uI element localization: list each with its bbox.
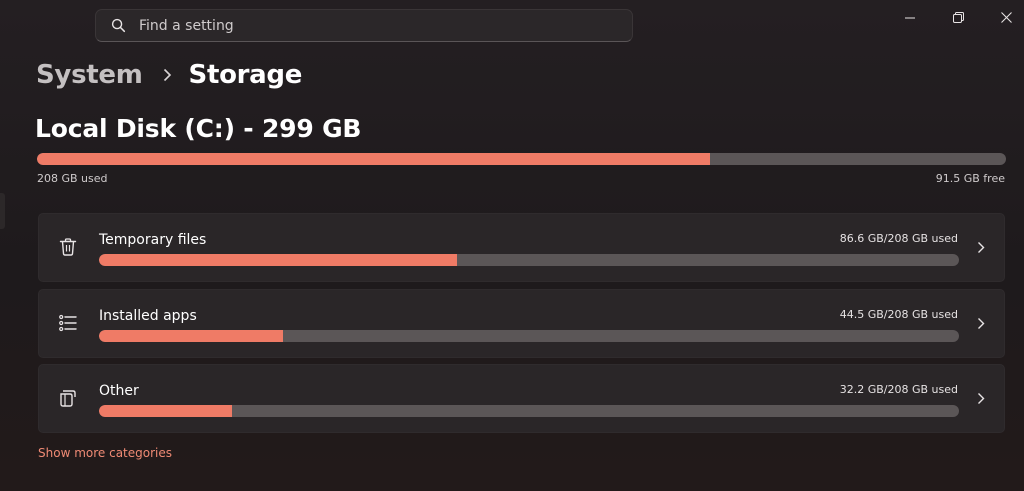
minimize-button[interactable]: [887, 0, 933, 34]
category-usage: 32.2 GB/208 GB used: [839, 383, 958, 396]
category-label: Installed apps: [99, 308, 197, 324]
breadcrumb-system[interactable]: System: [36, 60, 143, 90]
disk-used-label: 208 GB used: [37, 172, 108, 185]
close-icon: [1000, 8, 1012, 27]
category-usage-fill: [99, 405, 233, 417]
disk-free-label: 91.5 GB free: [935, 172, 1005, 185]
category-other[interactable]: Other 32.2 GB/208 GB used: [38, 364, 1005, 433]
restore-icon: [952, 8, 964, 27]
minimize-icon: [905, 8, 915, 27]
category-usage-bar: [99, 330, 959, 342]
page-title: Storage: [188, 60, 303, 90]
category-usage: 44.5 GB/208 GB used: [839, 308, 958, 321]
chevron-right-icon: [974, 238, 988, 256]
chevron-right-icon: [161, 68, 175, 82]
chevron-right-icon: [974, 389, 988, 407]
search-icon: [110, 18, 126, 34]
disk-title: Local Disk (C:) - 299 GB: [35, 114, 362, 143]
search-box[interactable]: Find a setting: [95, 9, 633, 42]
category-installed-apps[interactable]: Installed apps 44.5 GB/208 GB used: [38, 289, 1005, 358]
category-temporary-files[interactable]: Temporary files 86.6 GB/208 GB used: [38, 213, 1005, 282]
breadcrumb: System Storage: [36, 60, 302, 90]
category-usage-bar: [99, 405, 959, 417]
category-label: Temporary files: [99, 232, 207, 248]
category-label: Other: [99, 383, 139, 399]
category-usage-fill: [99, 254, 457, 266]
disk-usage-bar: [37, 153, 1006, 165]
nav-pane-edge[interactable]: [0, 193, 5, 229]
category-usage: 86.6 GB/208 GB used: [839, 232, 958, 245]
trash-icon: [57, 236, 79, 258]
restore-button[interactable]: [935, 0, 981, 34]
show-more-categories-link[interactable]: Show more categories: [38, 446, 172, 460]
app-list-icon: [57, 312, 79, 334]
disk-usage-fill: [37, 153, 711, 165]
chevron-right-icon: [974, 314, 988, 332]
close-button[interactable]: [983, 0, 1024, 34]
other-files-icon: [57, 387, 79, 409]
search-placeholder: Find a setting: [139, 17, 234, 34]
category-usage-bar: [99, 254, 959, 266]
category-usage-fill: [99, 330, 284, 342]
